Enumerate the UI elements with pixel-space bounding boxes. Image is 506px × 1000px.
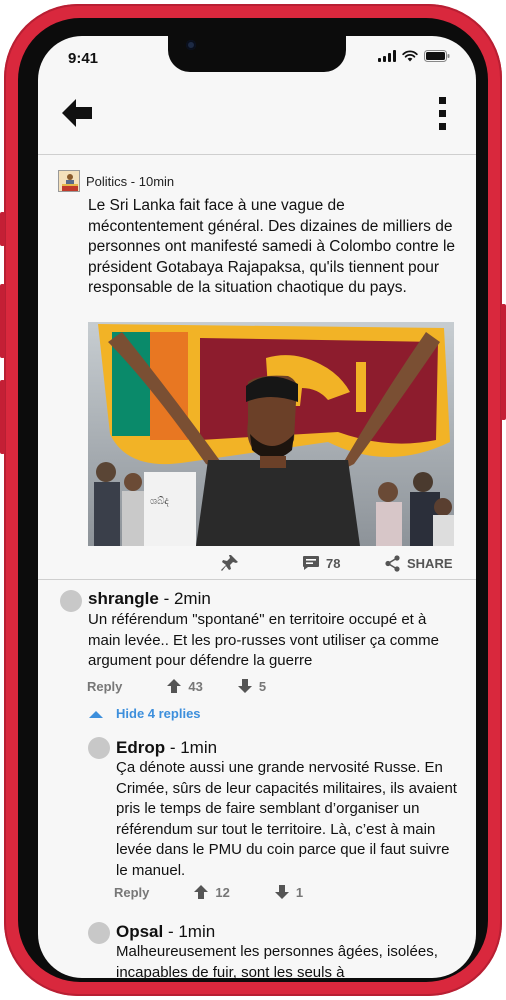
chevron-up-icon: [89, 710, 103, 718]
header-divider: [38, 154, 476, 155]
avatar[interactable]: [88, 737, 110, 759]
downvote-icon: [237, 679, 252, 693]
notch: [168, 36, 346, 72]
back-arrow-icon[interactable]: [60, 96, 94, 130]
volume-up-button: [0, 284, 5, 358]
reply-body: Ça dénote aussi une grande nervosité Rus…: [116, 759, 457, 879]
avatar[interactable]: [60, 590, 82, 612]
post-image[interactable]: ශබ්ද: [88, 322, 454, 546]
camera-icon: [186, 40, 196, 50]
upvote-count: 43: [188, 678, 203, 694]
hide-replies-label: Hide 4 replies: [116, 706, 201, 721]
comment-body: Un référendum "spontané" en territoire o…: [88, 611, 439, 669]
svg-text:ශබ්ද: ශබ්ද: [150, 495, 169, 507]
comment-icon: [303, 556, 319, 570]
pin-action[interactable]: [221, 552, 239, 574]
volume-down-button: [0, 380, 5, 454]
post-meta: Politics - 10min: [58, 170, 174, 192]
upvote-icon: [167, 679, 182, 693]
politics-avatar-icon[interactable]: [58, 170, 80, 192]
wifi-icon: [402, 50, 418, 62]
post-divider: [38, 579, 476, 580]
reply-header: Edrop - 1min: [116, 738, 217, 758]
reply-button[interactable]: Reply: [87, 679, 122, 694]
reply-time: - 1min: [165, 738, 218, 757]
comment-actions: Reply 43 5: [87, 678, 266, 694]
share-label: SHARE: [407, 555, 453, 571]
phone-frame: 9:41 Politics - 10min Le Sri Lanka fait …: [0, 4, 506, 996]
reply-author[interactable]: Edrop: [116, 738, 165, 757]
comments-action[interactable]: 78: [302, 552, 340, 574]
protest-photo: ශබ්ද: [88, 322, 454, 546]
pin-icon: [221, 555, 238, 571]
hide-replies-toggle[interactable]: Hide 4 replies: [88, 706, 201, 721]
silent-switch: [0, 212, 5, 246]
signal-icon: [378, 50, 396, 62]
share-icon: [385, 554, 400, 572]
downvote-icon: [274, 885, 289, 899]
upvote-count: 12: [215, 884, 230, 900]
downvote-count: 1: [295, 884, 304, 900]
kebab-menu-icon[interactable]: [436, 96, 450, 132]
screen: 9:41 Politics - 10min Le Sri Lanka fait …: [38, 36, 476, 978]
share-button[interactable]: SHARE: [384, 552, 453, 574]
comment-author[interactable]: shrangle: [88, 589, 159, 608]
downvote-button[interactable]: 5: [237, 678, 266, 694]
status-time: 9:41: [68, 50, 99, 67]
reply-actions: Reply 12 1: [114, 884, 303, 900]
upvote-button[interactable]: 43: [166, 678, 203, 694]
reply-header: Opsal - 1min: [116, 922, 215, 942]
upvote-icon: [194, 885, 209, 899]
battery-icon: [424, 50, 450, 62]
status-icons: [378, 50, 450, 62]
reply-button[interactable]: Reply: [114, 885, 149, 900]
avatar[interactable]: [88, 922, 110, 944]
downvote-count: 5: [258, 678, 267, 694]
reply-author[interactable]: Opsal: [116, 922, 163, 941]
power-button: [501, 304, 506, 420]
reply-time: - 1min: [163, 922, 216, 941]
comment-time: - 2min: [158, 589, 211, 608]
reply-body: Malheureusement les personnes âgées, iso…: [116, 943, 438, 978]
upvote-button[interactable]: 12: [193, 884, 230, 900]
comment-count: 78: [326, 555, 341, 571]
post-body: Le Sri Lanka fait face à une vague de mé…: [88, 197, 456, 297]
top-bar: [38, 84, 476, 154]
comment-header: shrangle - 2min: [88, 589, 211, 609]
downvote-button[interactable]: 1: [274, 884, 303, 900]
post-category-time: Politics - 10min: [86, 173, 175, 189]
